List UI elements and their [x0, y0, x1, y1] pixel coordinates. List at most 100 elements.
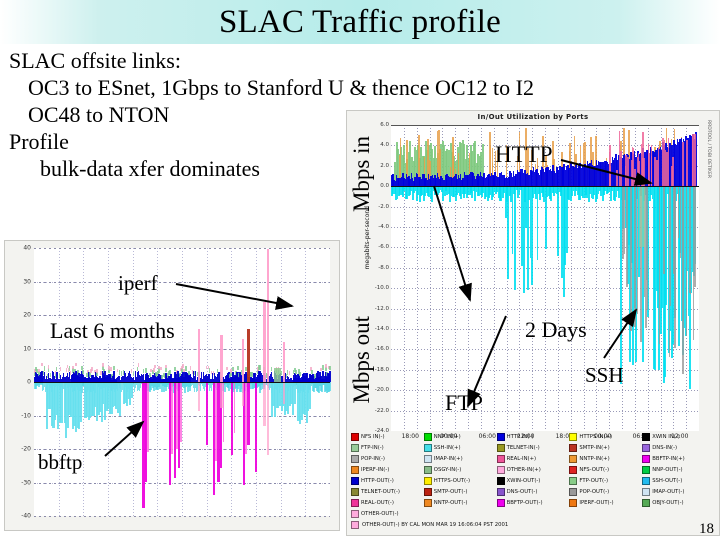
- right-y-tick: -6.0: [378, 244, 389, 251]
- legend-label: NFS IN(-): [361, 433, 385, 440]
- slide: SLAC Traffic profile SLAC offsite links:…: [0, 0, 720, 540]
- legend-label: IPERF-OUT(-): [579, 499, 614, 506]
- legend-swatch-icon: [496, 443, 505, 452]
- legend-swatch-icon: [351, 520, 359, 529]
- chart-legend: NFS IN(-) NNP IN(+) HTTP IN(-) HTTPS IN(+) X…: [351, 431, 715, 531]
- annotation-2days: 2 Days: [525, 317, 587, 342]
- bullet-line-1: SLAC offsite links:: [9, 48, 181, 73]
- left-y-tick: -30: [21, 479, 31, 486]
- legend-swatch-icon: [642, 465, 651, 474]
- legend-item: SMTP-IN(+): [569, 442, 642, 453]
- legend-swatch-icon: [351, 476, 359, 485]
- right-y-tick: 0.0: [380, 183, 389, 190]
- legend-item: DNS-IN(-): [642, 442, 715, 453]
- legend-label: POP-OUT(-): [579, 488, 610, 495]
- legend-item: SMTP-OUT(-): [423, 486, 497, 497]
- right-y-tick: -14.0: [374, 326, 389, 332]
- left-y-tick: 20: [23, 311, 31, 319]
- legend-swatch-icon: [423, 443, 432, 452]
- legend-label: NNTP-OUT(-): [433, 499, 468, 506]
- legend-label: BBFTP-IN(+): [652, 455, 685, 462]
- left-y-tick: 0: [27, 378, 31, 386]
- left-y-tick: -40: [21, 512, 31, 520]
- right-y-tick: 6.0: [380, 122, 389, 128]
- right-zero-line: [391, 186, 699, 188]
- legend-item: OTHER-IN(+): [496, 464, 570, 475]
- legend-label: XWIN IN(-): [652, 433, 680, 440]
- legend-swatch-icon: [642, 454, 651, 463]
- right-y-tick: -18.0: [374, 366, 389, 373]
- legend-label: HTTPS IN(+): [579, 433, 613, 440]
- legend-item: TELNET-IN(-): [496, 442, 570, 453]
- legend-label: SMTP-IN(+): [579, 444, 610, 451]
- legend-swatch-icon: [351, 443, 359, 452]
- page-title: SLAC Traffic profile: [218, 3, 502, 40]
- legend-swatch-icon: [496, 487, 505, 496]
- axis-caption-mbps-out: Mbps out: [349, 316, 374, 404]
- legend-item: BBFTP-OUT(-): [496, 497, 570, 508]
- legend-label: DNS-IN(-): [652, 444, 678, 451]
- legend-label: REAL-IN(+): [506, 455, 537, 462]
- legend-swatch-icon: [351, 432, 359, 441]
- legend-swatch-icon: [496, 476, 505, 485]
- legend-swatch-icon: [569, 476, 578, 485]
- right-y-tick: -16.0: [374, 346, 389, 353]
- legend-label: HTTPS-OUT(-): [433, 477, 471, 484]
- annotation-ftp: FTP: [445, 390, 483, 415]
- legend-label: FTP-IN(-): [361, 444, 384, 451]
- legend-label: SSH-IN(+): [433, 444, 461, 451]
- legend-item: DNS-OUT(-): [496, 486, 570, 497]
- legend-swatch-icon: [569, 432, 578, 441]
- legend-label: OTHER-IN(+): [506, 466, 541, 473]
- legend-swatch-icon: [423, 432, 432, 441]
- legend-label: HTTP-OUT(-): [361, 477, 394, 484]
- right-y-tick: -4.0: [378, 224, 389, 230]
- legend-item: POP-IN(-): [351, 453, 424, 464]
- legend-item: FTP-IN(-): [351, 442, 424, 453]
- left-y-tick: 10: [23, 345, 31, 352]
- legend-item: SSH-IN(+): [423, 442, 497, 453]
- legend-item: SSH-OUT(-): [642, 475, 715, 486]
- rrdtool-watermark: RRDTOOL / TOBI OETIKER: [706, 120, 711, 178]
- legend-label: SMTP-OUT(-): [433, 488, 468, 495]
- legend-swatch-icon: [351, 487, 359, 496]
- legend-swatch-icon: [423, 476, 432, 485]
- legend-item: HTTPS IN(+): [569, 431, 642, 442]
- right-y-tick: -2.0: [378, 203, 389, 210]
- left-y-tick: -10: [21, 412, 31, 419]
- axis-caption-units: megabits-per-second: [364, 206, 371, 270]
- legend-swatch-icon: [496, 454, 505, 463]
- legend-label: HTTP IN(-): [506, 433, 534, 440]
- legend-label: NNP-OUT(-): [652, 466, 683, 473]
- legend-swatch-icon: [423, 487, 432, 496]
- legend-swatch-icon: [351, 509, 359, 518]
- legend-item: IMAP-IN(+): [423, 453, 497, 464]
- right-chart-plot: 6.0 4.0 2.0 0.0 -2.0 -4.0 -6.0 -8.0 -10.0 -12.0 -1…: [375, 122, 699, 440]
- right-y-tick: -20.0: [374, 387, 389, 394]
- legend-item: XWIN-OUT(-): [496, 475, 570, 486]
- legend-item: NFS-OUT(-): [569, 464, 642, 475]
- right-chart-title: In/Out Utilization by Ports: [477, 113, 589, 121]
- legend-swatch-icon: [423, 454, 432, 463]
- legend-label: POP-IN(-): [361, 455, 385, 462]
- legend-label: NFS-OUT(-): [579, 466, 610, 473]
- legend-label: IMAP-OUT(-): [652, 488, 685, 495]
- right-y-tick: -8.0: [378, 264, 389, 271]
- legend-label: NNP IN(+): [433, 433, 461, 440]
- legend-item: NNP IN(+): [423, 431, 497, 442]
- legend-item: NNTP-OUT(-): [423, 497, 497, 508]
- legend-item: XWIN IN(-): [642, 431, 715, 442]
- legend-item: OBJY-OUT(-): [642, 497, 715, 508]
- right-y-tick: 4.0: [380, 142, 389, 149]
- legend-item: HTTP IN(-): [496, 431, 570, 442]
- legend-item: REAL-IN(+): [496, 453, 570, 464]
- legend-label: BBFTP-OUT(-): [506, 499, 543, 506]
- traffic-chart-6months: 40 30 20 10 0 -10 -20 -30 -40: [4, 240, 340, 531]
- annotation-http: HTTP: [495, 142, 553, 167]
- legend-item: BBFTP-IN(+): [642, 453, 715, 464]
- legend-item: OTHER-OUT(-): [351, 508, 424, 519]
- legend-item: TELNET-OUT(-): [351, 486, 424, 497]
- legend-label: OTHER-OUT(-): [361, 510, 399, 517]
- annotation-ssh: SSH: [585, 363, 624, 387]
- legend-swatch-icon: [569, 498, 578, 507]
